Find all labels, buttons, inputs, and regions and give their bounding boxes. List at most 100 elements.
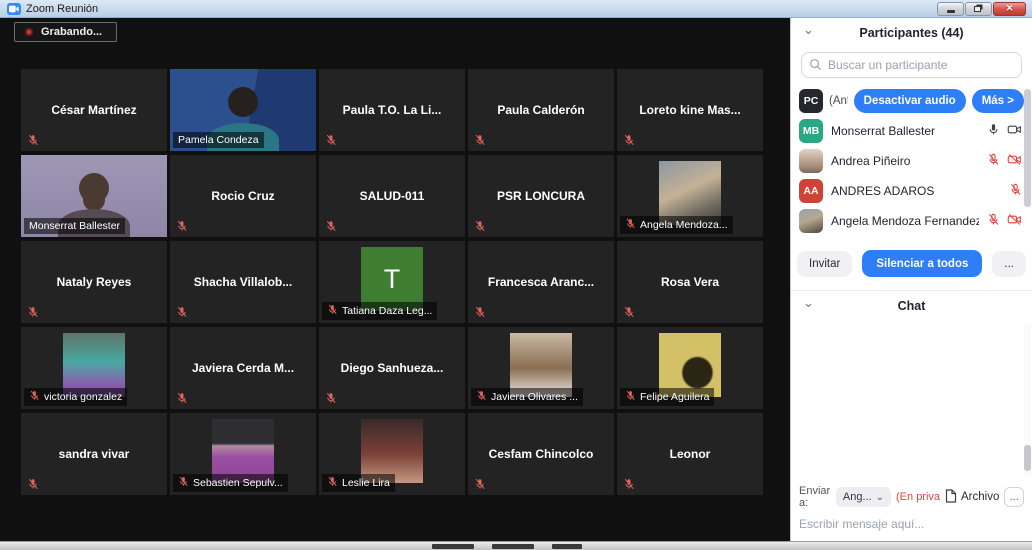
video-tile[interactable]: Loreto kine Mas... (617, 69, 763, 151)
video-tile[interactable]: victoria gonzalez (21, 327, 167, 409)
chevron-down-icon[interactable]: ⌄ (803, 295, 814, 311)
video-tile[interactable]: SALUD-011 (319, 155, 465, 237)
chevron-down-icon: ⌄ (876, 492, 884, 503)
mic-muted-icon (625, 218, 636, 232)
video-tile[interactable]: Monserrat Ballester (21, 155, 167, 237)
mic-muted-icon (474, 478, 486, 490)
participant-search (801, 52, 1022, 78)
mic-muted-icon (176, 220, 188, 232)
video-tile[interactable]: Rocio Cruz (170, 155, 316, 237)
video-tile[interactable]: Leslie Lira (319, 413, 465, 495)
participant-name: Nataly Reyes (51, 275, 138, 289)
chat-scrollbar[interactable] (1024, 445, 1031, 471)
mic-on-icon (987, 123, 1000, 139)
mute-all-button[interactable]: Silenciar a todos (862, 250, 982, 277)
mic-muted-icon (27, 478, 39, 490)
participant-name: Paula T.O. La Li... (337, 103, 448, 117)
mic-muted-icon (623, 306, 635, 318)
recipient-value: Ang... (843, 491, 872, 503)
video-tile[interactable]: Nataly Reyes (21, 241, 167, 323)
participant-name: Paula Calderón (491, 103, 590, 117)
participant-row[interactable]: Angela Mendoza Fernandez (791, 206, 1032, 236)
more-button[interactable]: Más > (972, 89, 1024, 113)
search-input[interactable] (801, 52, 1022, 78)
participant-row[interactable]: Andrea Piñeiro (791, 146, 1032, 176)
participants-scrollbar[interactable] (1024, 89, 1031, 207)
video-tile[interactable]: Francesca Aranc... (468, 241, 614, 323)
chat-more-button[interactable]: ... (1004, 487, 1024, 507)
mic-muted-icon (474, 134, 486, 146)
video-tile[interactable]: Angela Mendoza... (617, 155, 763, 237)
mic-muted-icon (987, 213, 1000, 229)
close-button[interactable]: ✕ (993, 2, 1026, 16)
taskbar-peek-item (432, 544, 474, 549)
video-off-icon (1007, 153, 1022, 169)
participants-actions: Invitar Silenciar a todos ... (791, 250, 1032, 277)
participant-name: Loreto kine Mas... (633, 103, 746, 117)
mic-muted-icon (625, 390, 636, 404)
titlebar: Zoom Reunión ✕ (0, 0, 1032, 18)
video-tile[interactable]: Shacha Villalob... (170, 241, 316, 323)
mic-muted-icon (178, 476, 189, 490)
taskbar-peek-item (492, 544, 534, 549)
participant-row[interactable]: AA ANDRES ADAROS (791, 176, 1032, 206)
taskbar-peek-item (552, 544, 582, 549)
participants-title: Participantes (44) (859, 26, 963, 40)
video-tile[interactable]: Felipe Aguilera (617, 327, 763, 409)
minimize-button[interactable] (937, 2, 964, 16)
video-tile[interactable]: Diego Sanhueza... (319, 327, 465, 409)
invite-button[interactable]: Invitar (797, 251, 852, 277)
chat-messages (791, 321, 1032, 479)
video-tile[interactable]: PSR LONCURA (468, 155, 614, 237)
participants-more-button[interactable]: ... (992, 251, 1026, 277)
participant-row[interactable]: MB Monserrat Ballester (791, 116, 1032, 146)
video-tile[interactable]: Javiera Cerda M... (170, 327, 316, 409)
video-tile[interactable]: Paula T.O. La Li... (319, 69, 465, 151)
participant-name: Leonor (664, 447, 717, 461)
video-tile[interactable]: Sebastien Sepulv... (170, 413, 316, 495)
participant-name: Monserrat Ballester (831, 124, 979, 138)
video-tile[interactable]: sandra vivar (21, 413, 167, 495)
video-tile[interactable]: Javiera Olivares ... (468, 327, 614, 409)
participant-name-label: Sebastien Sepulv... (173, 474, 288, 492)
participant-name: Shacha Villalob... (188, 275, 298, 289)
chat-input-area (791, 511, 1032, 541)
participant-name-label: Pamela Condeza (173, 132, 264, 148)
participant-name: Francesca Aranc... (482, 275, 600, 289)
restore-button[interactable] (965, 2, 992, 16)
video-off-icon (1007, 213, 1022, 229)
participant-name-label: Angela Mendoza... (620, 216, 733, 234)
video-tile[interactable]: César Martínez (21, 69, 167, 151)
mic-muted-icon (327, 304, 338, 318)
mic-muted-icon (623, 478, 635, 490)
participants-header: ⌄ Participantes (44) (791, 18, 1032, 48)
chat-header: ⌄ Chat (791, 291, 1032, 321)
zoom-app-icon (7, 3, 21, 15)
chevron-down-icon[interactable]: ⌄ (803, 22, 814, 38)
video-tile[interactable]: Leonor (617, 413, 763, 495)
participant-name-label: Tatiana Daza Leg... (322, 302, 437, 320)
video-tile[interactable]: Pamela Condeza (170, 69, 316, 151)
file-button[interactable]: Archivo (945, 489, 999, 506)
message-input[interactable] (799, 517, 1024, 531)
video-grid: César Martínez Pamela Condeza Paula T.O.… (21, 69, 763, 495)
participant-name: sandra vivar (53, 447, 136, 461)
video-tile[interactable]: Rosa Vera (617, 241, 763, 323)
participant-name: PSR LONCURA (491, 189, 591, 203)
participant-row-host[interactable]: PC (Anfitrió Desactivar audio Más > (791, 86, 1032, 116)
mic-muted-icon (29, 390, 40, 404)
recipient-dropdown[interactable]: Ang... ⌄ (836, 487, 891, 507)
recording-label: Grabando... (41, 26, 102, 38)
avatar: MB (799, 119, 823, 143)
participant-name: Cesfam Chincolco (483, 447, 600, 461)
video-tile[interactable]: T Tatiana Daza Leg... (319, 241, 465, 323)
participant-name: Diego Sanhueza... (335, 361, 450, 375)
participant-list: MB Monserrat Ballester Andrea Piñeiro AA… (791, 116, 1032, 236)
unmute-audio-button[interactable]: Desactivar audio (854, 89, 966, 113)
file-label: Archivo (961, 491, 999, 503)
participant-name: César Martínez (45, 103, 142, 117)
close-icon: ✕ (1006, 4, 1014, 13)
video-tile[interactable]: Cesfam Chincolco (468, 413, 614, 495)
participant-name: Javiera Cerda M... (186, 361, 300, 375)
video-tile[interactable]: Paula Calderón (468, 69, 614, 151)
